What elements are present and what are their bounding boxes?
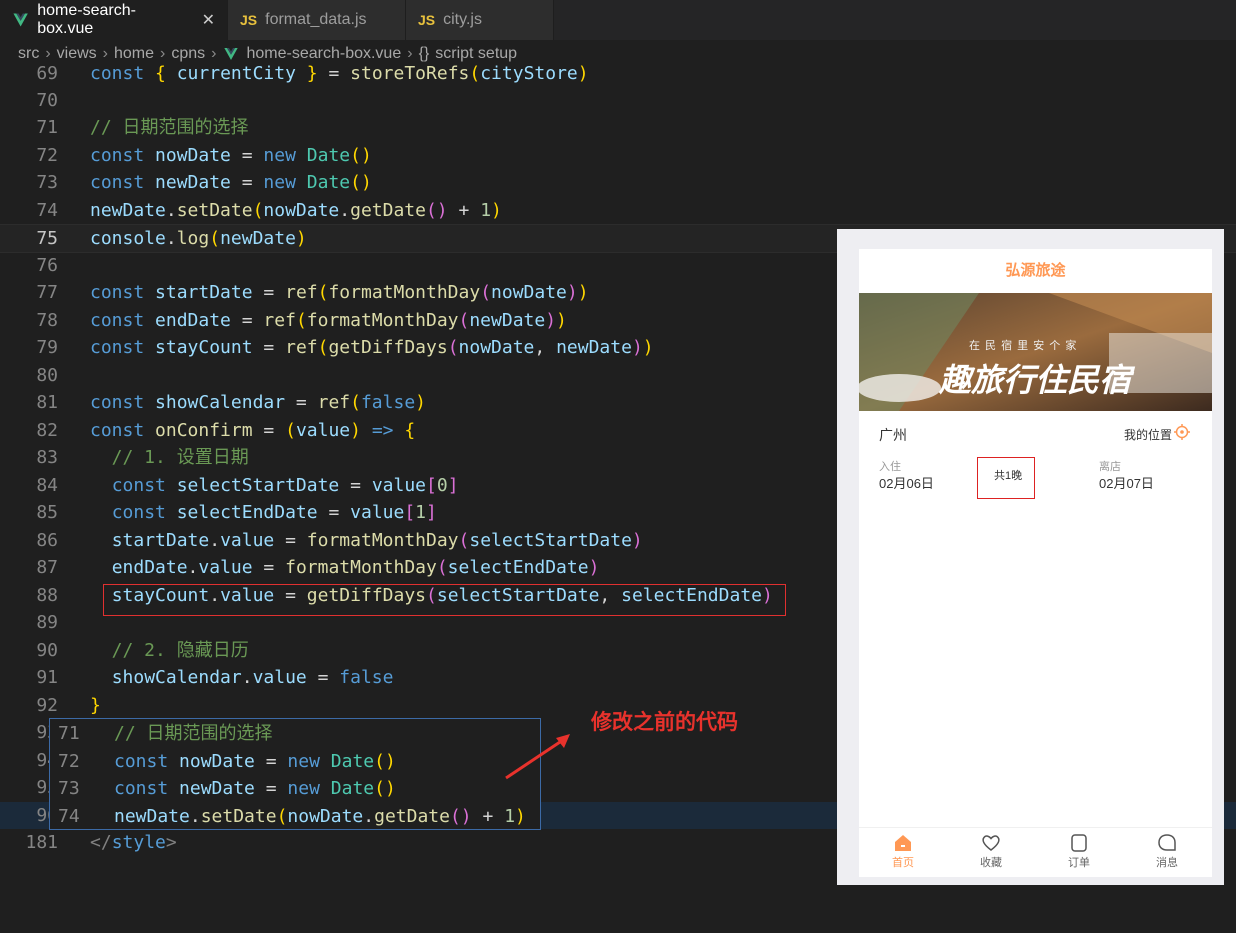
- line-number: 81: [36, 392, 58, 413]
- message-icon: [1158, 834, 1176, 851]
- line-number: 181: [25, 832, 58, 853]
- line-number: 90: [36, 640, 58, 661]
- stay-count: 共1晚: [994, 470, 1023, 482]
- line-number: 83: [36, 447, 58, 468]
- nav-title: 弘源旅途: [859, 249, 1212, 294]
- line-number: 76: [36, 255, 58, 276]
- line-number: 72: [58, 751, 80, 772]
- line-number: 84: [36, 475, 58, 496]
- line-number: 77: [36, 282, 58, 303]
- arrow-icon: [505, 734, 570, 780]
- close-icon[interactable]: ✕: [202, 10, 215, 30]
- line-number: 74: [58, 806, 80, 827]
- tab-label: format_data.js: [265, 11, 367, 28]
- tab-favorites[interactable]: 收藏: [966, 834, 1016, 870]
- code-line: 74 newDate.setDate(nowDate.getDate() + 1): [0, 197, 1236, 224]
- line-number: 87: [36, 557, 58, 578]
- locate-icon[interactable]: [1174, 424, 1190, 440]
- tab-home-search-box-vue[interactable]: home-search-box.vue ✕: [0, 0, 228, 40]
- tab-format-data-js[interactable]: JS format_data.js: [228, 0, 406, 40]
- line-number: 70: [36, 90, 58, 111]
- tab-label: home-search-box.vue: [37, 2, 136, 37]
- line-number: 85: [36, 502, 58, 523]
- tab-label: 消息: [1156, 857, 1178, 869]
- tab-orders[interactable]: 订单: [1054, 834, 1104, 870]
- tab-label: 首页: [892, 857, 914, 869]
- banner-title: 趣旅行住民宿: [939, 362, 1132, 398]
- bottom-tab-bar: 首页 收藏 订单 消息: [859, 827, 1212, 878]
- line-number: 71: [36, 117, 58, 138]
- line-number: 80: [36, 365, 58, 386]
- line-number: 79: [36, 337, 58, 358]
- mobile-preview: 弘源旅途 在 民 宿 里 安 个 家 趣旅行住民宿 广州 我的位置 入住 02月…: [837, 229, 1224, 885]
- code-line: 73 const newDate = new Date(): [0, 169, 1236, 196]
- line-number: 78: [36, 310, 58, 331]
- phone-screen: 弘源旅途 在 民 宿 里 安 个 家 趣旅行住民宿 广州 我的位置 入住 02月…: [859, 249, 1212, 877]
- banner-subtitle: 在 民 宿 里 安 个 家: [969, 340, 1078, 352]
- line-number: 88: [36, 585, 58, 606]
- code-line: 71// 日期范围的选择: [0, 114, 1236, 141]
- tab-city-js[interactable]: JS city.js: [406, 0, 554, 40]
- vue-icon: [13, 13, 28, 27]
- order-icon: [1071, 834, 1087, 852]
- line-number: 92: [36, 695, 58, 716]
- checkout-label: 离店: [1099, 461, 1121, 473]
- tab-label: 订单: [1068, 857, 1090, 869]
- tab-messages[interactable]: 消息: [1142, 834, 1192, 870]
- line-number: 89: [36, 612, 58, 633]
- line-number: 82: [36, 420, 58, 441]
- code-line: 70: [0, 87, 1236, 114]
- checkout-date[interactable]: 02月07日: [1099, 473, 1154, 492]
- tab-label: 收藏: [980, 857, 1002, 869]
- line-number: 91: [36, 667, 58, 688]
- js-icon: JS: [240, 12, 258, 28]
- line-number: 86: [36, 530, 58, 551]
- code-line: 72 const nowDate = new Date(): [0, 142, 1236, 169]
- line-number: 71: [58, 723, 80, 744]
- annotation-label: 修改之前的代码: [591, 711, 738, 734]
- banner-image[interactable]: 在 民 宿 里 安 个 家 趣旅行住民宿: [859, 293, 1212, 411]
- city-name[interactable]: 广州: [879, 425, 907, 445]
- code-line: 69 const { currentCity } = storeToRefs(ci…: [0, 60, 1236, 87]
- line-number: 69: [36, 63, 58, 84]
- tab-label: city.js: [443, 11, 482, 28]
- heart-icon: [982, 835, 1000, 851]
- home-icon: [895, 835, 911, 851]
- line-number: 72: [36, 145, 58, 166]
- line-number: 74: [36, 200, 58, 221]
- tab-home[interactable]: 首页: [878, 834, 928, 870]
- line-number: 73: [36, 172, 58, 193]
- previous-code-snippet: 71// 日期范围的选择 72 const nowDate = new Date(…: [49, 718, 541, 830]
- location-row: 广州 我的位置: [859, 419, 1212, 449]
- checkin-date[interactable]: 02月06日: [879, 473, 934, 492]
- editor-tab-bar: home-search-box.vue ✕ JS format_data.js …: [0, 0, 1236, 40]
- checkin-label: 入住: [879, 461, 901, 473]
- my-location-link[interactable]: 我的位置: [1124, 426, 1172, 443]
- js-icon: JS: [418, 12, 436, 28]
- highlight-box: [103, 584, 786, 616]
- line-number: 75: [36, 228, 58, 249]
- line-number: 73: [58, 778, 80, 799]
